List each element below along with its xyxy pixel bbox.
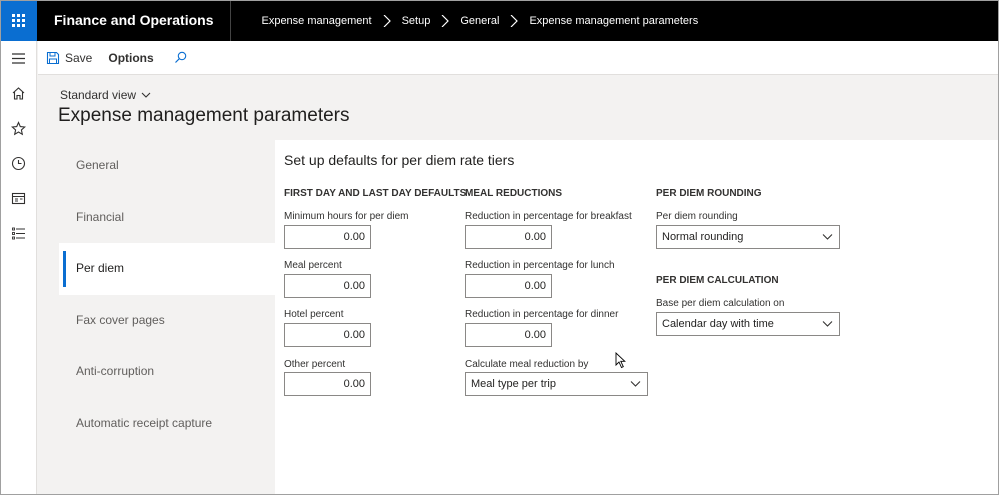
chevron-right-icon bbox=[511, 14, 519, 27]
section-title: Set up defaults for per diem rate tiers bbox=[284, 152, 515, 168]
other-percent-label: Other percent bbox=[284, 359, 346, 370]
workspace-icon[interactable] bbox=[0, 181, 37, 216]
mouse-cursor-icon bbox=[615, 352, 626, 369]
minimum-hours-label: Minimum hours for per diem bbox=[284, 211, 409, 222]
meal-percent-label: Meal percent bbox=[284, 260, 342, 271]
page-title: Expense management parameters bbox=[58, 105, 350, 126]
first-last-day-heading: FIRST DAY AND LAST DAY DEFAULTS bbox=[284, 188, 467, 199]
base-calculation-value: Calendar day with time bbox=[662, 318, 774, 330]
tab-per-diem[interactable]: Per diem bbox=[59, 243, 275, 295]
breadcrumb-item[interactable]: Expense management parameters bbox=[529, 15, 698, 27]
waffle-icon bbox=[12, 14, 25, 27]
vertical-tabs: General Financial Per diem Fax cover pag… bbox=[59, 140, 275, 495]
save-icon bbox=[46, 51, 60, 64]
other-percent-input[interactable]: 0.00 bbox=[284, 372, 371, 396]
per-diem-rounding-select[interactable]: Normal rounding bbox=[656, 225, 840, 249]
list-icon[interactable] bbox=[0, 216, 37, 251]
calc-meal-reduction-select[interactable]: Meal type per trip bbox=[465, 372, 648, 396]
chevron-down-icon bbox=[822, 234, 833, 240]
per-diem-calculation-heading: PER DIEM CALCULATION bbox=[656, 275, 779, 286]
top-bar: Finance and Operations Expense managemen… bbox=[0, 0, 999, 41]
meal-reductions-heading: MEAL REDUCTIONS bbox=[465, 188, 563, 199]
base-calculation-label: Base per diem calculation on bbox=[656, 298, 785, 309]
per-diem-rounding-label: Per diem rounding bbox=[656, 211, 738, 222]
chevron-right-icon bbox=[441, 14, 450, 27]
save-label: Save bbox=[65, 50, 93, 65]
breadcrumb-item[interactable]: Expense management bbox=[261, 15, 371, 27]
per-diem-rounding-value: Normal rounding bbox=[662, 231, 744, 243]
calc-meal-reduction-value: Meal type per trip bbox=[471, 378, 556, 390]
options-button[interactable]: Options bbox=[100, 41, 161, 75]
tab-general[interactable]: General bbox=[59, 140, 275, 192]
menu-icon[interactable] bbox=[0, 41, 37, 76]
tab-automatic-receipt-capture[interactable]: Automatic receipt capture bbox=[59, 398, 275, 450]
per-diem-panel: Set up defaults for per diem rate tiers … bbox=[275, 140, 999, 495]
clock-icon[interactable] bbox=[0, 146, 37, 181]
app-launcher-button[interactable] bbox=[0, 0, 37, 41]
lunch-reduction-input[interactable]: 0.00 bbox=[465, 274, 552, 298]
tab-fax-cover-pages[interactable]: Fax cover pages bbox=[59, 295, 275, 347]
breadcrumb-item[interactable]: Setup bbox=[402, 15, 431, 27]
breakfast-reduction-input[interactable]: 0.00 bbox=[465, 225, 552, 249]
hotel-percent-label: Hotel percent bbox=[284, 309, 344, 320]
view-selector[interactable]: Standard view bbox=[60, 88, 151, 102]
chevron-right-icon bbox=[383, 14, 391, 27]
per-diem-rounding-heading: PER DIEM ROUNDING bbox=[656, 188, 762, 199]
dinner-reduction-input[interactable]: 0.00 bbox=[465, 323, 552, 347]
dinner-reduction-label: Reduction in percentage for dinner bbox=[465, 309, 619, 320]
search-button[interactable] bbox=[162, 41, 199, 75]
meal-percent-input[interactable]: 0.00 bbox=[284, 274, 371, 298]
view-label: Standard view bbox=[60, 88, 137, 102]
home-icon[interactable] bbox=[0, 76, 37, 111]
breadcrumb-item[interactable]: General bbox=[460, 15, 499, 27]
save-button[interactable]: Save bbox=[38, 41, 100, 75]
search-icon bbox=[174, 51, 186, 63]
breakfast-reduction-label: Reduction in percentage for breakfast bbox=[465, 211, 632, 222]
chevron-down-icon bbox=[822, 321, 833, 327]
side-navigation bbox=[0, 41, 37, 495]
star-icon[interactable] bbox=[0, 111, 37, 146]
hotel-percent-input[interactable]: 0.00 bbox=[284, 323, 371, 347]
app-title[interactable]: Finance and Operations bbox=[37, 0, 232, 41]
minimum-hours-input[interactable]: 0.00 bbox=[284, 225, 371, 249]
chevron-down-icon bbox=[141, 92, 151, 98]
lunch-reduction-label: Reduction in percentage for lunch bbox=[465, 260, 615, 271]
chevron-down-icon bbox=[630, 381, 641, 387]
breadcrumb: Expense management Setup General Expense… bbox=[231, 14, 698, 27]
calc-meal-reduction-label: Calculate meal reduction by bbox=[465, 359, 589, 370]
action-pane: Save Options bbox=[38, 41, 999, 75]
tab-financial[interactable]: Financial bbox=[59, 192, 275, 244]
base-calculation-select[interactable]: Calendar day with time bbox=[656, 312, 840, 336]
tab-anti-corruption[interactable]: Anti-corruption bbox=[59, 346, 275, 398]
